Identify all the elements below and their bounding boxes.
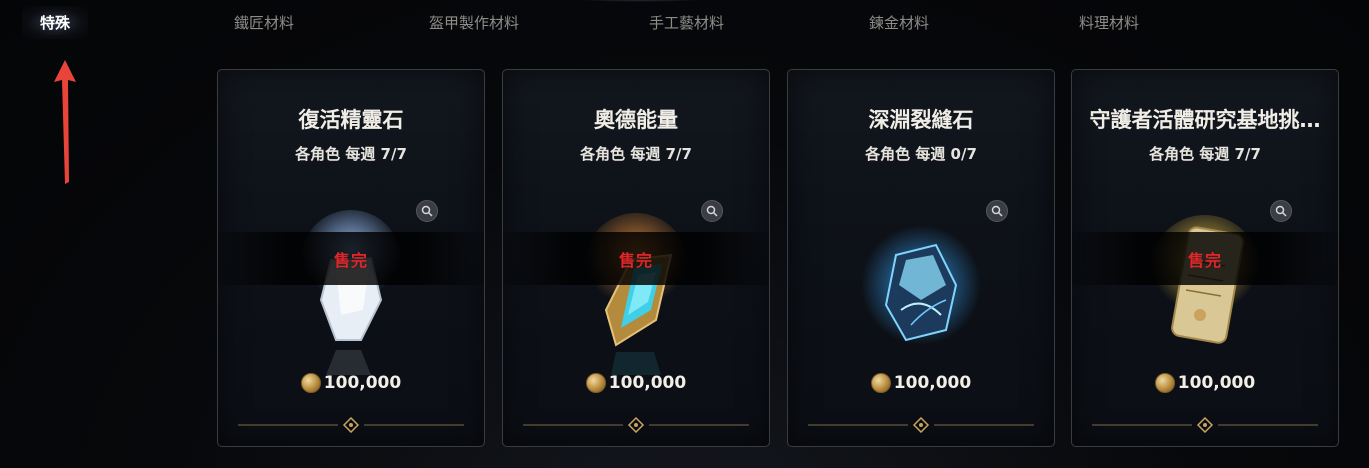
sold-out-overlay: 售完 [503,232,769,285]
gold-coin-icon [870,373,891,393]
sold-out-label: 售完 [333,250,368,270]
price-value: 100,000 [1177,373,1256,393]
item-card[interactable]: 復活精靈石 各角色 每週 7/7 售完 100,000 [217,69,485,447]
item-card[interactable]: 守護者活體研究基地挑… 各角色 每週 7/7 售完 100,000 [1071,69,1339,447]
tab-armor-crafting-materials[interactable]: 盔甲製作材料 [429,12,519,33]
item-title: 守護者活體研究基地挑… [1089,108,1321,132]
price: 100,000 [788,373,1054,393]
ornament-divider [238,417,464,433]
item-title: 深淵裂縫石 [868,108,974,132]
white-crystal-icon [301,210,401,375]
zoom-icon[interactable] [701,200,723,222]
item-title: 奧德能量 [594,108,678,132]
tab-cooking-materials[interactable]: 料理材料 [1079,12,1139,33]
tab-handicraft-materials[interactable]: 手工藝材料 [649,12,724,33]
purchase-limit: 各角色 每週 0/7 [865,145,977,163]
zoom-icon[interactable] [1270,200,1292,222]
price: 100,000 [1072,373,1338,393]
item-card[interactable]: 深淵裂縫石 各角色 每週 0/7 100,000 [787,69,1055,447]
item-card[interactable]: 奧德能量 各角色 每週 7/7 售完 100,000 [502,69,770,447]
ornament-divider [1092,417,1318,433]
purchase-limit: 各角色 每週 7/7 [1149,145,1261,163]
zoom-icon[interactable] [986,200,1008,222]
sold-out-overlay: 售完 [1072,232,1338,285]
purchase-limit: 各角色 每週 7/7 [295,145,407,163]
tab-special[interactable]: 特殊 [22,6,89,39]
golden-scroll-icon [1150,215,1260,344]
price: 100,000 [503,373,769,393]
sold-out-label: 售完 [1187,250,1222,270]
category-tabs: 特殊 鐵匠材料 盔甲製作材料 手工藝材料 鍊金材料 料理材料 [0,0,1369,46]
sold-out-overlay: 售完 [218,232,484,285]
blue-gold-gem-icon [584,213,688,375]
ornament-divider [808,417,1034,433]
gold-coin-icon [1154,373,1175,393]
annotation-arrow [54,60,76,184]
purchase-limit: 各角色 每週 7/7 [580,145,692,163]
price-value: 100,000 [893,373,972,393]
tab-blacksmith-materials[interactable]: 鐵匠材料 [234,12,294,33]
item-title: 復活精靈石 [298,108,404,132]
price-value: 100,000 [323,373,402,393]
tab-alchemy-materials[interactable]: 鍊金材料 [869,12,929,33]
sold-out-label: 售完 [618,250,653,270]
ornament-divider [523,417,749,433]
gold-coin-icon [585,373,606,393]
price-value: 100,000 [608,373,687,393]
price: 100,000 [218,373,484,393]
gold-coin-icon [300,373,321,393]
abyss-rift-stone-icon [861,225,981,345]
zoom-icon[interactable] [416,200,438,222]
